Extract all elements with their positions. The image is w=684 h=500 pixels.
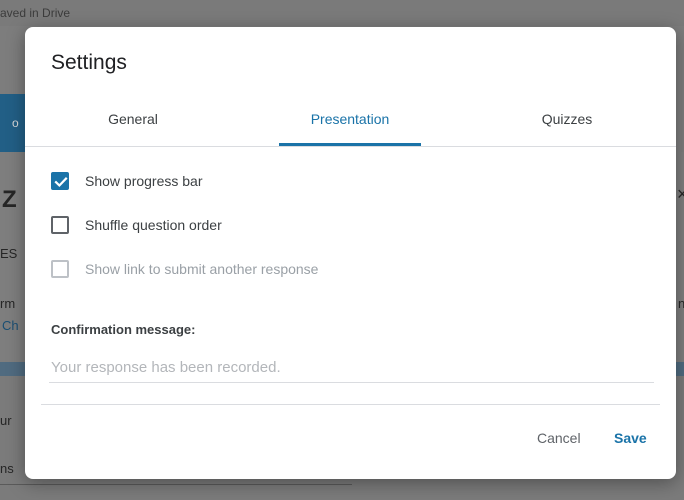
shuffle-checkbox[interactable] xyxy=(51,216,69,234)
background-topbar: aved in Drive xyxy=(0,0,684,26)
progress-bar-checkbox[interactable] xyxy=(51,172,69,190)
background-text: ES xyxy=(0,246,18,261)
background-text: ns xyxy=(0,461,14,476)
background-close-icon: × xyxy=(677,184,684,204)
confirmation-message-label: Confirmation message: xyxy=(51,322,196,337)
cancel-button[interactable]: Cancel xyxy=(537,430,581,446)
settings-dialog: Settings General Presentation Quizzes Sh… xyxy=(25,27,676,479)
footer-divider xyxy=(41,404,660,405)
tabs-divider xyxy=(25,146,676,147)
confirmation-message-input[interactable] xyxy=(49,352,654,383)
tab-general[interactable]: General xyxy=(65,103,201,145)
background-divider xyxy=(0,484,352,485)
saved-status: aved in Drive xyxy=(0,6,71,20)
background-text: n xyxy=(678,296,684,311)
dialog-title: Settings xyxy=(51,51,127,74)
tab-bar: General Presentation Quizzes xyxy=(25,103,676,147)
option-label: Shuffle question order xyxy=(85,217,222,233)
background-form-title: Z xyxy=(2,186,17,213)
option-label: Show link to submit another response xyxy=(85,261,319,277)
submit-link-checkbox xyxy=(51,260,69,278)
save-button[interactable]: Save xyxy=(614,430,647,446)
background-text: ur xyxy=(0,413,12,428)
tab-presentation[interactable]: Presentation xyxy=(279,103,421,145)
tab-quizzes[interactable]: Quizzes xyxy=(497,103,637,145)
checkmark-icon xyxy=(54,177,68,188)
background-banner-text: o xyxy=(12,116,19,130)
option-label: Show progress bar xyxy=(85,173,203,189)
background-link: Ch xyxy=(2,318,19,333)
background-text: rm xyxy=(0,296,16,311)
